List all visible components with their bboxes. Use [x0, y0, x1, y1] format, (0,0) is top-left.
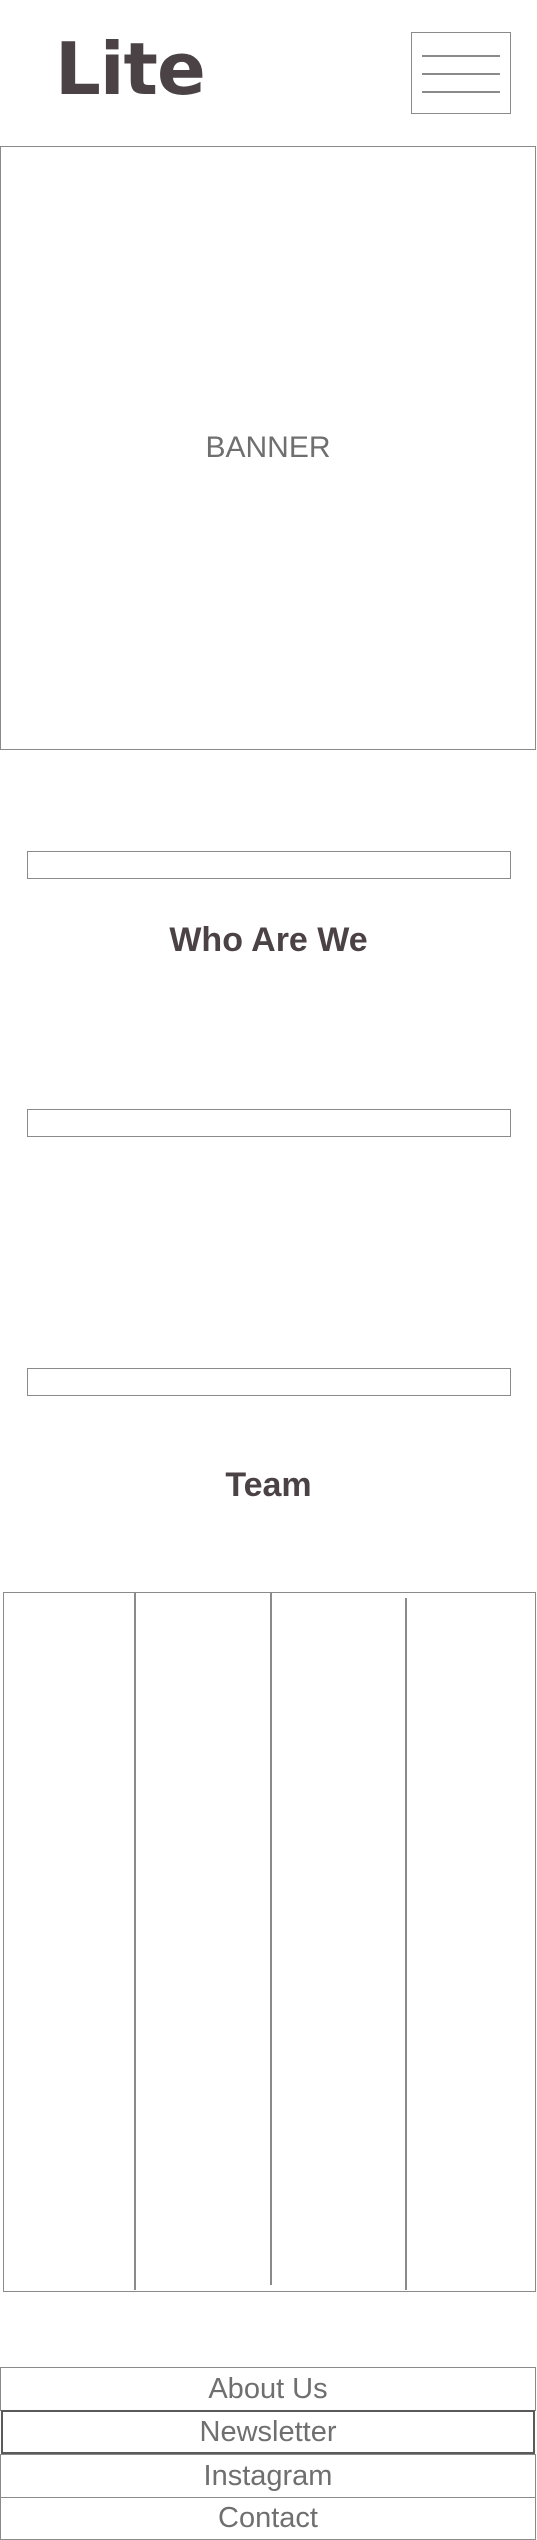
team-column-divider [134, 1593, 136, 2290]
footer-link-about-us[interactable]: About Us [0, 2367, 536, 2411]
hamburger-menu-button[interactable] [411, 32, 511, 114]
menu-bar-icon [422, 73, 500, 75]
banner-label: BANNER [205, 431, 331, 464]
section-divider-box [27, 1109, 511, 1137]
footer-link-newsletter[interactable]: Newsletter [1, 2410, 535, 2454]
menu-bar-icon [422, 55, 500, 57]
site-logo[interactable]: Lite [55, 24, 206, 114]
menu-bar-icon [422, 91, 500, 93]
who-are-we-title: Who Are We [169, 921, 368, 959]
team-column-divider [405, 1598, 407, 2290]
section-divider-box [27, 1368, 511, 1396]
team-grid [3, 1592, 536, 2292]
section-divider-box [27, 851, 511, 879]
footer-link-contact[interactable]: Contact [0, 2497, 536, 2540]
team-title: Team [225, 1466, 312, 1504]
team-column-divider [270, 1593, 272, 2285]
banner: BANNER [0, 146, 536, 750]
footer-link-instagram[interactable]: Instagram [0, 2454, 536, 2498]
